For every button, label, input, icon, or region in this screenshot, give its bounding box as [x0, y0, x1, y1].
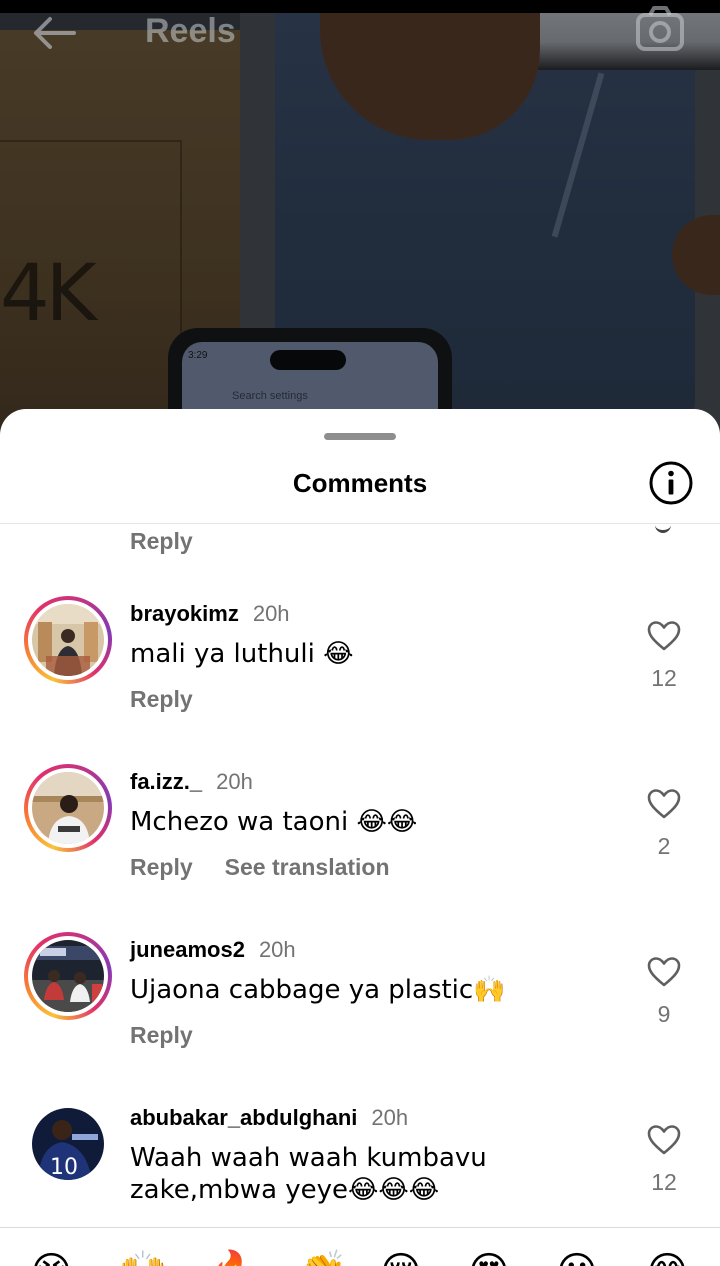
emoji-button-laughing[interactable]: 😂	[644, 1249, 691, 1266]
comment-item: 10 abubakar_abdulghani 20h Waah waah waah…	[0, 1100, 720, 1227]
comment-timestamp: 20h	[258, 937, 296, 962]
like-count-partial	[655, 524, 671, 533]
camera-icon[interactable]	[634, 5, 686, 53]
like-count: 9	[657, 1001, 671, 1027]
heart-icon[interactable]	[647, 956, 681, 988]
avatar[interactable]: 10	[24, 1100, 112, 1188]
avatar-image	[32, 772, 104, 844]
comment-actions: Reply See translation	[130, 850, 390, 884]
see-translation-link[interactable]: See translation	[225, 854, 390, 880]
comment-username[interactable]: juneamos2 20h	[130, 935, 296, 965]
comment-username[interactable]: brayokimz 20h	[130, 599, 290, 629]
avatar-frame: 10	[28, 1104, 108, 1184]
like-count: 12	[651, 1169, 677, 1195]
like-column: 2	[634, 788, 694, 860]
comment-timestamp: 20h	[216, 769, 253, 794]
emoji-button-clapping[interactable]: 👏	[298, 1249, 348, 1266]
comment-item: fa.izz._ 20h Mchezo wa taoni 😂😂 Reply See …	[0, 764, 720, 924]
like-column: 12	[634, 620, 694, 692]
avatar-frame	[28, 768, 108, 848]
emoji-button-fire[interactable]: 🔥	[208, 1249, 258, 1266]
comment-text: Waah waah waah kumbavu zake,mbwa yeye😂😂😂	[130, 1143, 487, 1205]
comment-text: Ujaona cabbage ya plastic🙌	[130, 975, 506, 1005]
avatar-frame	[28, 936, 108, 1016]
comment-text: Mchezo wa taoni 😂😂	[130, 807, 418, 837]
comments-title: Comments	[292, 468, 428, 498]
svg-text:10: 10	[50, 1155, 78, 1180]
reels-title: Reels	[145, 12, 236, 50]
emoji-button-raising-hands[interactable]: 🙌	[118, 1249, 168, 1266]
reply-button[interactable]: Reply	[130, 1022, 193, 1048]
quick-emoji-bar: 😭 🙌 🔥 👏 😢 😍 😮 😂	[0, 1237, 720, 1266]
comment-timestamp: 20h	[252, 601, 290, 626]
reel-video-background[interactable]: 4K 3:29 Search settings Reels	[0, 0, 720, 440]
like-column: 12	[634, 1124, 694, 1196]
avatar-image: 10	[32, 1108, 104, 1180]
username-text[interactable]: fa.izz._	[130, 769, 202, 794]
composer-divider	[0, 1227, 720, 1228]
emoji-button-loudly-crying[interactable]: 😭	[28, 1249, 75, 1266]
comment-text: mali ya luthuli 😂	[130, 639, 354, 669]
sheet-drag-handle[interactable]	[324, 433, 396, 440]
emoji-button-crying[interactable]: 😢	[380, 1249, 422, 1266]
username-text[interactable]: juneamos2	[130, 937, 245, 962]
avatar-frame	[28, 600, 108, 680]
emoji-button-surprised[interactable]: 😮	[556, 1249, 598, 1266]
comment-item: brayokimz 20h mali ya luthuli 😂 Reply 12	[0, 596, 720, 756]
avatar-image	[32, 604, 104, 676]
avatar[interactable]	[24, 596, 112, 684]
reply-button[interactable]: Reply	[130, 524, 193, 558]
comment-item: juneamos2 20h Ujaona cabbage ya plastic🙌 …	[0, 932, 720, 1092]
like-column: 9	[634, 956, 694, 1028]
comment-actions: Reply	[130, 1018, 225, 1052]
heart-icon[interactable]	[647, 788, 681, 820]
avatar[interactable]	[24, 932, 112, 1020]
reply-button[interactable]: Reply	[130, 686, 193, 712]
comments-sheet: Comments Reply brayokimz 20h mali ya lut…	[0, 409, 720, 1266]
status-bar	[0, 0, 720, 13]
reels-header: Reels	[0, 6, 720, 53]
like-count: 12	[651, 665, 677, 691]
info-icon[interactable]	[648, 460, 694, 506]
screen: 4K 3:29 Search settings Reels Comments R…	[0, 0, 720, 1266]
emoji-button-heart-eyes[interactable]: 😍	[468, 1249, 510, 1266]
like-count: 2	[657, 833, 671, 859]
comment-username[interactable]: abubakar_abdulghani 20h	[130, 1103, 408, 1133]
comment-actions: Reply	[130, 682, 225, 716]
reply-button[interactable]: Reply	[130, 854, 193, 880]
avatar[interactable]	[24, 764, 112, 852]
comment-timestamp: 20h	[371, 1105, 409, 1130]
comment-username[interactable]: fa.izz._ 20h	[130, 767, 253, 797]
username-text[interactable]: brayokimz	[130, 601, 239, 626]
avatar-image	[32, 940, 104, 1012]
comments-list[interactable]: Reply brayokimz 20h mali ya luthuli 😂 Re…	[0, 524, 720, 1227]
heart-icon[interactable]	[647, 1124, 681, 1156]
reel-dim-overlay	[0, 0, 720, 440]
arrow-left-icon[interactable]	[30, 15, 78, 51]
heart-icon[interactable]	[647, 620, 681, 652]
username-text[interactable]: abubakar_abdulghani	[130, 1105, 357, 1130]
